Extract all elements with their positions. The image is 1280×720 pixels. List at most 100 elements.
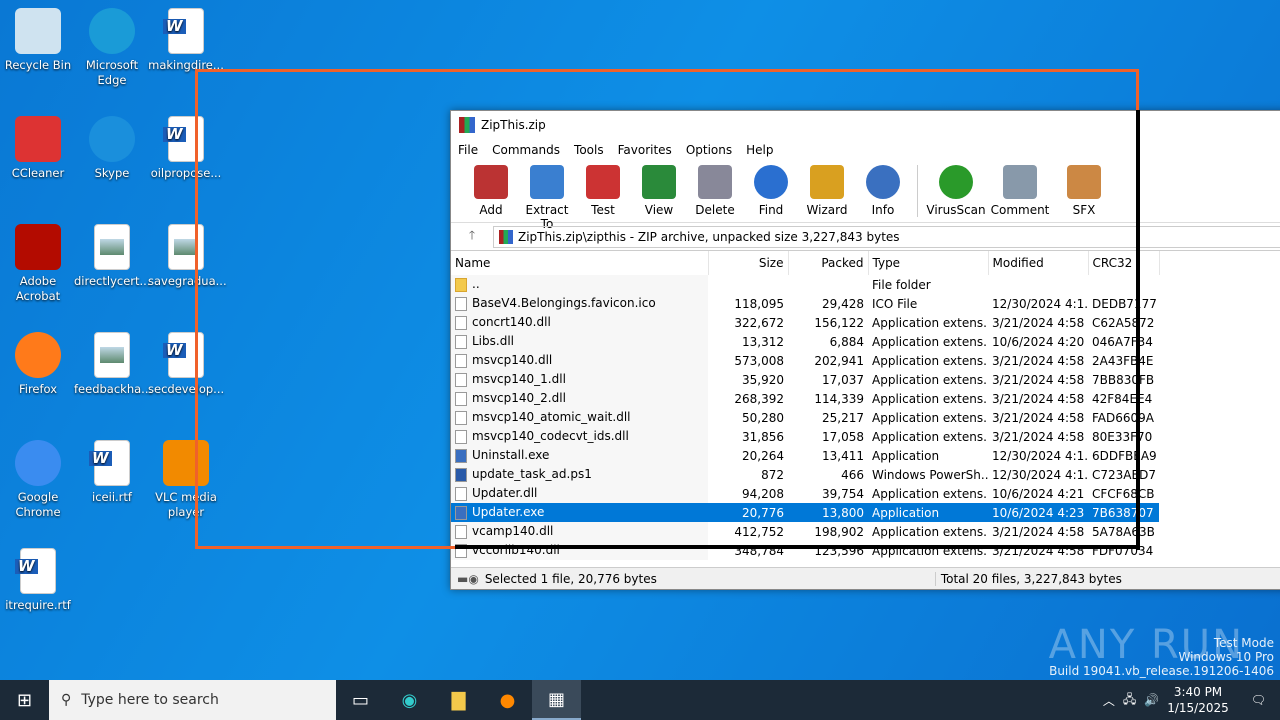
task-view-icon[interactable]: ▭ xyxy=(336,680,385,720)
cell-modified: 10/6/2024 4:20 ... xyxy=(992,334,1088,349)
cell-crc32: 7BB830FB xyxy=(1092,372,1155,387)
firefox-taskbar-icon[interactable]: ● xyxy=(483,680,532,720)
desktop-icon-label: secdevelop... xyxy=(148,382,225,396)
virusscan-button[interactable]: VirusScan xyxy=(924,161,988,217)
desktop-icon[interactable]: Woilpropose... xyxy=(148,116,224,181)
menu-commands[interactable]: Commands xyxy=(492,143,560,157)
file-row[interactable]: vcamp140.dll 412,752 198,902 Application ex… xyxy=(451,522,1159,541)
file-list: Name Size Packed Type Modified CRC32 .. File f… xyxy=(451,251,1160,560)
cell-modified: 3/21/2024 4:58 ... xyxy=(992,543,1088,558)
word-doc-icon: W xyxy=(163,332,204,378)
desktop-icon[interactable]: feedbackha... xyxy=(74,332,152,397)
file-row[interactable]: .. File folder xyxy=(451,275,1159,294)
desktop-icon[interactable]: VLC media player xyxy=(148,440,224,520)
desktop-icon[interactable]: Skype xyxy=(74,116,150,181)
desktop-icon-label: Microsoft Edge xyxy=(85,58,139,87)
comment-button[interactable]: Comment xyxy=(988,161,1052,217)
file-explorer-icon[interactable]: ▇ xyxy=(434,680,483,720)
column-header-packed[interactable]: Packed xyxy=(788,251,869,275)
edge-taskbar-icon[interactable]: ◉ xyxy=(385,680,434,720)
column-header-modified[interactable]: Modified xyxy=(988,251,1089,275)
cell-packed: 17,058 xyxy=(822,429,864,444)
cell-size: 94,208 xyxy=(742,486,784,501)
desktop-icon[interactable]: directlycert... xyxy=(74,224,150,289)
file-row[interactable]: vccorlib140.dll 348,784 123,596 Application… xyxy=(451,541,1159,560)
file-row[interactable]: BaseV4.Belongings.favicon.ico 118,095 29,4… xyxy=(451,294,1159,313)
up-arrow-icon[interactable]: 🡑 xyxy=(451,226,493,247)
file-row[interactable]: msvcp140_codecvt_ids.dll 31,856 17,058 Appl… xyxy=(451,427,1159,446)
cell-modified: 3/21/2024 4:58 ... xyxy=(992,353,1088,368)
cell-modified: 10/6/2024 4:23 ... xyxy=(988,503,1088,522)
test-button[interactable]: Test xyxy=(575,161,631,217)
chrome-icon xyxy=(15,440,61,486)
column-header-name[interactable]: Name xyxy=(451,251,709,275)
file-row[interactable]: msvcp140_2.dll 268,392 114,339 Application … xyxy=(451,389,1159,408)
extract-to-button[interactable]: Extract To xyxy=(519,161,575,231)
desktop-icon-label: Skype xyxy=(94,166,130,180)
window-title: ZipThis.zip xyxy=(481,118,546,132)
image-file-icon xyxy=(94,224,130,270)
file-name: .. xyxy=(472,277,480,292)
file-row[interactable]: msvcp140.dll 573,008 202,941 Application ex… xyxy=(451,351,1159,370)
view-icon xyxy=(642,165,676,199)
view-button[interactable]: View xyxy=(631,161,687,217)
wizard-button[interactable]: Wizard xyxy=(799,161,855,217)
file-row[interactable]: concrt140.dll 322,672 156,122 Application e… xyxy=(451,313,1159,332)
taskbar: ⊞ ⚲ Type here to search ▭ ◉ ▇ ● ▦ ︿ 🖧 🔊 3… xyxy=(0,680,1280,720)
address-path[interactable]: ZipThis.zip\zipthis - ZIP archive, unpac… xyxy=(493,225,1280,248)
file-row[interactable]: Updater.exe 20,776 13,800 Application 10/6/2… xyxy=(451,503,1159,522)
menu-file[interactable]: File xyxy=(458,143,478,157)
file-icon xyxy=(455,410,467,425)
file-row[interactable]: Updater.dll 94,208 39,754 Application exten… xyxy=(451,484,1159,503)
image-file-icon xyxy=(94,332,130,378)
volume-icon[interactable]: 🔊 xyxy=(1144,693,1159,707)
toolbar-label: Test xyxy=(591,203,615,217)
info-button[interactable]: Info xyxy=(855,161,911,217)
notification-icon[interactable]: 🗨 xyxy=(1251,693,1266,707)
cell-size: 412,752 xyxy=(734,524,784,539)
desktop-icon[interactable]: Firefox xyxy=(0,332,76,397)
cell-crc32: 42F84EE4 xyxy=(1092,391,1153,406)
file-row[interactable]: Libs.dll 13,312 6,884 Application extens...… xyxy=(451,332,1159,351)
comment-icon xyxy=(1003,165,1037,199)
watermark: ANY RUN Test Mode Windows 10 Pro Build 1… xyxy=(1049,622,1274,678)
delete-button[interactable]: Delete xyxy=(687,161,743,217)
find-button[interactable]: Find xyxy=(743,161,799,217)
menu-help[interactable]: Help xyxy=(746,143,773,157)
start-button[interactable]: ⊞ xyxy=(0,680,49,720)
desktop-icon[interactable]: Google Chrome xyxy=(0,440,76,520)
clock-time: 3:40 PM xyxy=(1173,685,1223,699)
column-header-size[interactable]: Size xyxy=(708,251,789,275)
column-header-type[interactable]: Type xyxy=(868,251,989,275)
file-name: update_task_ad.ps1 xyxy=(472,467,592,482)
desktop-icon[interactable]: CCleaner xyxy=(0,116,76,181)
menu-tools[interactable]: Tools xyxy=(574,143,604,157)
menu-favorites[interactable]: Favorites xyxy=(618,143,672,157)
cell-type: Application extens... xyxy=(872,429,988,444)
desktop-icon[interactable]: Wiceii.rtf xyxy=(74,440,150,505)
desktop-icon[interactable]: Wsecdevelop... xyxy=(148,332,224,397)
clock[interactable]: 3:40 PM 1/15/2025 xyxy=(1167,684,1229,716)
file-row[interactable]: Uninstall.exe 20,264 13,411 Application 12/3… xyxy=(451,446,1159,465)
winrar-taskbar-icon[interactable]: ▦ xyxy=(532,680,581,720)
menu-options[interactable]: Options xyxy=(686,143,732,157)
desktop-icon[interactable]: Wmakingdire... xyxy=(148,8,224,73)
add-button[interactable]: Add xyxy=(463,161,519,217)
file-row[interactable]: update_task_ad.ps1 872 466 Windows PowerSh.… xyxy=(451,465,1159,484)
column-header-crc32[interactable]: CRC32 xyxy=(1088,251,1160,275)
desktop-icon[interactable]: savegradua... xyxy=(148,224,227,289)
chevron-up-icon[interactable]: ︿ xyxy=(1103,692,1115,709)
cell-name: msvcp140_1.dll xyxy=(451,370,708,389)
network-icon[interactable]: 🖧 xyxy=(1123,690,1136,711)
desktop-icon[interactable]: Recycle Bin xyxy=(0,8,76,73)
file-row[interactable]: msvcp140_atomic_wait.dll 50,280 25,217 Appl… xyxy=(451,408,1159,427)
sfx-button[interactable]: SFX xyxy=(1052,161,1116,217)
search-box[interactable]: ⚲ Type here to search xyxy=(49,680,336,720)
file-name: msvcp140_codecvt_ids.dll xyxy=(472,429,629,444)
desktop-icon[interactable]: Adobe Acrobat xyxy=(0,224,76,304)
toolbar-label: Add xyxy=(479,203,503,217)
desktop-icon[interactable]: Microsoft Edge xyxy=(74,8,150,88)
desktop-icon[interactable]: Witrequire.rtf xyxy=(0,548,76,613)
file-row[interactable]: msvcp140_1.dll 35,920 17,037 Application ex… xyxy=(451,370,1159,389)
cell-packed: 25,217 xyxy=(822,410,864,425)
